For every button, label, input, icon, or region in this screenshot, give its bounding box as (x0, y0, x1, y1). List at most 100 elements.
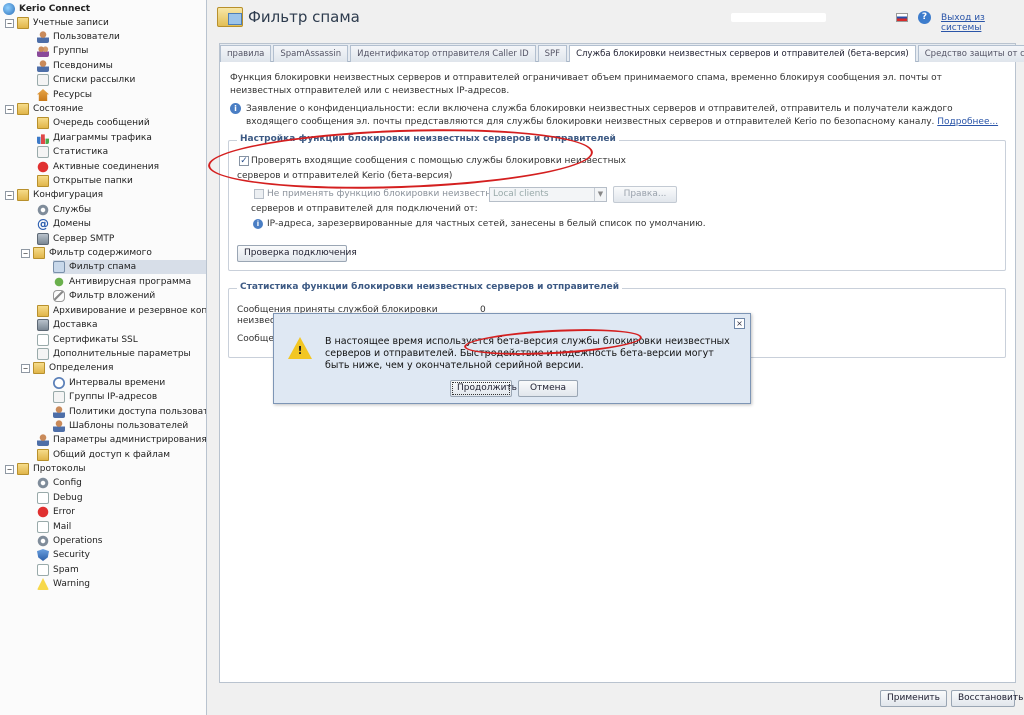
admin-icon (37, 434, 49, 446)
tree-folder-status[interactable]: − Состояние (5, 102, 83, 116)
collapse-icon[interactable]: − (21, 248, 30, 258)
more-info-link[interactable]: Подробнее... (937, 117, 998, 127)
tree-item-archiving[interactable]: Архивирование и резервное копиров (37, 304, 206, 318)
exclude-connections-checkbox[interactable] (254, 189, 264, 199)
tab-greylisting[interactable]: Служба блокировки неизвестных серверов и… (569, 45, 916, 62)
continue-button[interactable]: Продолжить (450, 380, 517, 397)
tree-item-statistics[interactable]: Статистика (37, 145, 108, 159)
chart-icon (37, 134, 49, 144)
settings-legend: Настройка функции блокировки неизвестных… (237, 134, 619, 144)
help-icon[interactable]: ? (918, 11, 931, 24)
tree-item-ip-groups[interactable]: Группы IP-адресов (53, 390, 157, 404)
folder-icon (17, 17, 29, 29)
tree-item-advanced-options[interactable]: Дополнительные параметры (37, 347, 191, 361)
tree-item-attachment-filter[interactable]: Фильтр вложений (53, 289, 155, 303)
tree-item-aliases[interactable]: Псевдонимы (37, 59, 113, 73)
tree-item-message-queue[interactable]: Очередь сообщений (37, 116, 150, 130)
tree-item-ssl-certificates[interactable]: Сертификаты SSL (37, 333, 138, 347)
group-icon (37, 45, 49, 57)
edit-button[interactable]: Правка... (613, 186, 677, 203)
gear-icon (37, 204, 49, 216)
tab-spamassassin[interactable]: SpamAssassin (273, 45, 349, 62)
tree-item-file-sharing[interactable]: Общий доступ к файлам (37, 448, 170, 462)
tree-item-log-config[interactable]: Config (37, 476, 82, 490)
log-icon (37, 492, 49, 504)
close-icon[interactable]: × (734, 318, 745, 329)
language-flag-icon[interactable] (896, 13, 908, 22)
user-name-redacted (731, 13, 826, 22)
queue-icon (37, 117, 49, 129)
tree-item-access-policies[interactable]: Политики доступа пользователей (53, 405, 206, 419)
tree-item-log-spam[interactable]: Spam (37, 563, 79, 577)
tree-folder-content-filter[interactable]: − Фильтр содержимого (21, 246, 152, 260)
tree-item-log-error[interactable]: Error (37, 505, 75, 519)
tree-item-open-folders[interactable]: Открытые папки (37, 174, 133, 188)
tree-item-users[interactable]: Пользователи (37, 30, 120, 44)
collapse-icon[interactable]: − (5, 464, 14, 474)
warning-exclamation: ! (297, 344, 303, 357)
warning-icon (37, 578, 49, 590)
tree-item-mailing-lists[interactable]: Списки рассылки (37, 73, 135, 87)
log-icon (37, 535, 49, 547)
tree-item-time-ranges[interactable]: Интервалы времени (53, 376, 165, 390)
tree-item-active-connections[interactable]: Активные соединения (37, 160, 159, 174)
privacy-statement: Заявление о конфиденциальности: если вкл… (246, 104, 999, 127)
collapse-icon[interactable]: − (5, 18, 14, 28)
check-incoming-checkbox[interactable]: ✓ (239, 156, 249, 166)
tab-spf[interactable]: SPF (537, 45, 568, 62)
tab-rules[interactable]: правила (220, 45, 272, 62)
tree-root-kerio-connect[interactable]: Kerio Connect (3, 2, 90, 16)
logout-link[interactable]: Выход из системы (941, 13, 1024, 33)
tree-folder-configuration[interactable]: − Конфигурация (5, 188, 103, 202)
chevron-down-icon: ▼ (594, 188, 606, 201)
collapse-icon[interactable]: − (5, 104, 14, 114)
page-title: Фильтр спама (248, 8, 360, 26)
check-incoming-label-line2: серверов и отправителей Kerio (бета-верс… (237, 171, 453, 181)
tab-spam-protection[interactable]: Средство защиты от спама (917, 45, 1024, 62)
tree-item-log-warning[interactable]: Warning (37, 577, 90, 591)
tree-item-spam-filter[interactable]: Фильтр спама (53, 260, 206, 274)
log-icon (37, 564, 49, 576)
tree-item-log-operations[interactable]: Operations (37, 534, 102, 548)
tree-item-admin-settings[interactable]: Параметры администрирования (37, 433, 206, 447)
tree-folder-definitions[interactable]: − Определения (21, 361, 113, 375)
alias-icon (37, 60, 49, 72)
test-connection-button[interactable]: Проверка подключения (237, 245, 357, 262)
tree-item-groups[interactable]: Группы (37, 44, 88, 58)
share-icon (37, 449, 49, 461)
reset-button[interactable]: Восстановить (951, 690, 1023, 707)
clock-icon (53, 377, 65, 389)
tab-caller-id[interactable]: Идентификатор отправителя Caller ID (350, 45, 536, 62)
footer-bar: Применить Восстановить (211, 686, 1024, 715)
tree-item-domains[interactable]: @ Домены (37, 217, 91, 231)
collapse-icon[interactable]: − (5, 190, 14, 200)
certificate-icon (37, 334, 49, 346)
server-icon (37, 233, 49, 245)
tree-item-log-security[interactable]: Security (37, 548, 90, 562)
tree-item-log-mail[interactable]: Mail (37, 520, 71, 534)
ip-group-select[interactable]: Local clients ▼ (489, 187, 607, 202)
archive-icon (37, 305, 49, 317)
tree-item-delivery[interactable]: Доставка (37, 318, 98, 332)
tree-item-user-templates[interactable]: Шаблоны пользователей (53, 419, 188, 433)
tree-item-log-debug[interactable]: Debug (37, 491, 83, 505)
tree-item-resources[interactable]: Ресурсы (37, 88, 92, 102)
tree-item-traffic-charts[interactable]: Диаграммы трафика (37, 131, 152, 145)
private-ip-note: IP-адреса, зарезервированные для частных… (267, 219, 706, 229)
exclude-connections-label-line1: Не применять функцию блокировки неизвест… (267, 189, 504, 199)
tree-item-smtp-server[interactable]: Сервер SMTP (37, 232, 114, 246)
mailing-list-icon (37, 74, 49, 86)
collapse-icon[interactable]: − (21, 363, 30, 373)
apply-button[interactable]: Применить (880, 690, 947, 707)
cancel-button[interactable]: Отмена (518, 380, 578, 397)
tree-item-services[interactable]: Службы (37, 203, 91, 217)
page-header: Фильтр спама ? Выход из системы (211, 0, 1024, 38)
advanced-icon (37, 348, 49, 360)
settings-fieldset: Настройка функции блокировки неизвестных… (228, 134, 1006, 271)
tree-item-antivirus[interactable]: Антивирусная программа (53, 275, 191, 289)
tree-folder-accounts[interactable]: − Учетные записи (5, 16, 109, 30)
tree-folder-logs[interactable]: − Протоколы (5, 462, 86, 476)
ip-group-icon (53, 391, 65, 403)
template-icon (53, 420, 65, 432)
info-icon: i (253, 219, 263, 229)
